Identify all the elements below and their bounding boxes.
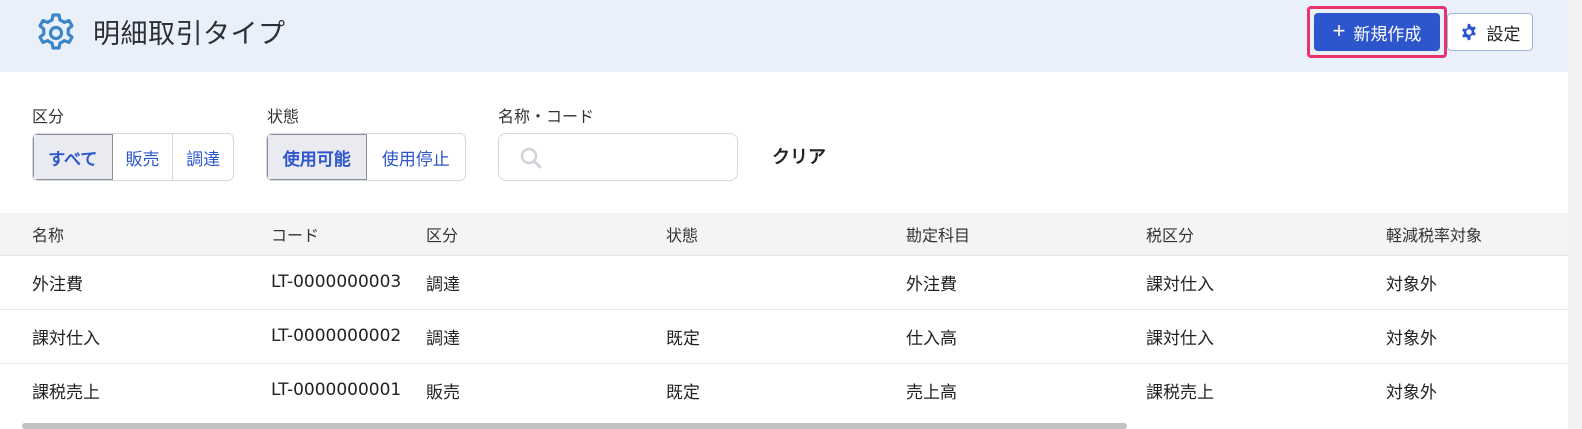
table-header-row: 名称 コード 区分 状態 勘定科目 税区分 軽減税率対象 [0,213,1568,255]
category-option-sales[interactable]: 販売 [113,134,174,180]
cell-status: 既定 [666,328,700,349]
category-filter: すべて 販売 調達 [32,133,234,181]
plus-icon: + [1332,18,1346,43]
cell-tax-category: 課対仕入 [1146,328,1214,349]
table-row[interactable]: 課税売上 LT-0000000001 販売 既定 売上高 課税売上 対象外 [0,363,1568,417]
category-option-all[interactable]: すべて [33,134,113,180]
column-header-tax-category[interactable]: 税区分 [1146,213,1386,255]
cell-reduced-tax: 対象外 [1386,382,1437,403]
horizontal-scrollbar[interactable] [22,423,1127,429]
cell-code: LT-0000000003 [271,272,402,292]
cell-code: LT-0000000001 [271,380,402,401]
cell-name: 外注費 [32,274,83,295]
vertical-scrollbar-track[interactable] [1568,0,1582,429]
search-box [498,133,738,181]
settings-button[interactable]: 設定 [1447,13,1533,51]
cell-category: 調達 [426,328,460,349]
transaction-type-table: 名称 コード 区分 状態 勘定科目 税区分 軽減税率対象 外注費 LT-0000… [0,213,1568,417]
cell-reduced-tax: 対象外 [1386,328,1437,349]
cell-status: 既定 [666,382,700,403]
cell-name: 課対仕入 [32,328,100,349]
new-button-label: 新規作成 [1353,24,1422,44]
cell-reduced-tax: 対象外 [1386,274,1437,295]
column-header-reduced-tax[interactable]: 軽減税率対象 [1386,213,1568,255]
category-filter-label: 区分 [32,107,65,126]
cell-account: 売上高 [906,382,957,403]
new-button[interactable]: + 新規作成 [1314,13,1440,51]
cell-account: 仕入高 [906,328,957,349]
column-header-category[interactable]: 区分 [426,213,666,255]
column-header-code[interactable]: コード [271,213,426,255]
cell-code: LT-0000000002 [271,326,402,346]
settings-button-label: 設定 [1486,24,1521,45]
table-row[interactable]: 課対仕入 LT-0000000002 調達 既定 仕入高 課対仕入 対象外 [0,309,1568,363]
search-label: 名称・コード [498,107,595,126]
column-header-account[interactable]: 勘定科目 [906,213,1146,255]
page-title: 明細取引タイプ [93,19,286,50]
column-header-status[interactable]: 状態 [666,213,906,255]
clear-button[interactable]: クリア [772,143,826,169]
gear-icon [1461,23,1476,41]
gear-icon [38,13,74,50]
cell-name: 課税売上 [32,382,100,403]
status-filter-label: 状態 [267,107,300,126]
status-option-inactive[interactable]: 使用停止 [367,134,466,180]
cell-tax-category: 課税売上 [1146,382,1214,403]
cell-category: 調達 [426,274,460,295]
search-icon [520,147,542,169]
category-option-procurement[interactable]: 調達 [173,134,233,180]
new-button-highlight: + 新規作成 [1307,6,1447,58]
column-header-name[interactable]: 名称 [0,213,271,255]
status-option-active[interactable]: 使用可能 [267,134,367,180]
cell-account: 外注費 [906,274,957,295]
cell-category: 販売 [426,382,460,403]
status-filter: 使用可能 使用停止 [266,133,466,181]
table-row[interactable]: 外注費 LT-0000000003 調達 外注費 課対仕入 対象外 [0,255,1568,309]
search-input[interactable] [549,142,729,172]
cell-status [666,255,906,309]
cell-tax-category: 課対仕入 [1146,274,1214,295]
